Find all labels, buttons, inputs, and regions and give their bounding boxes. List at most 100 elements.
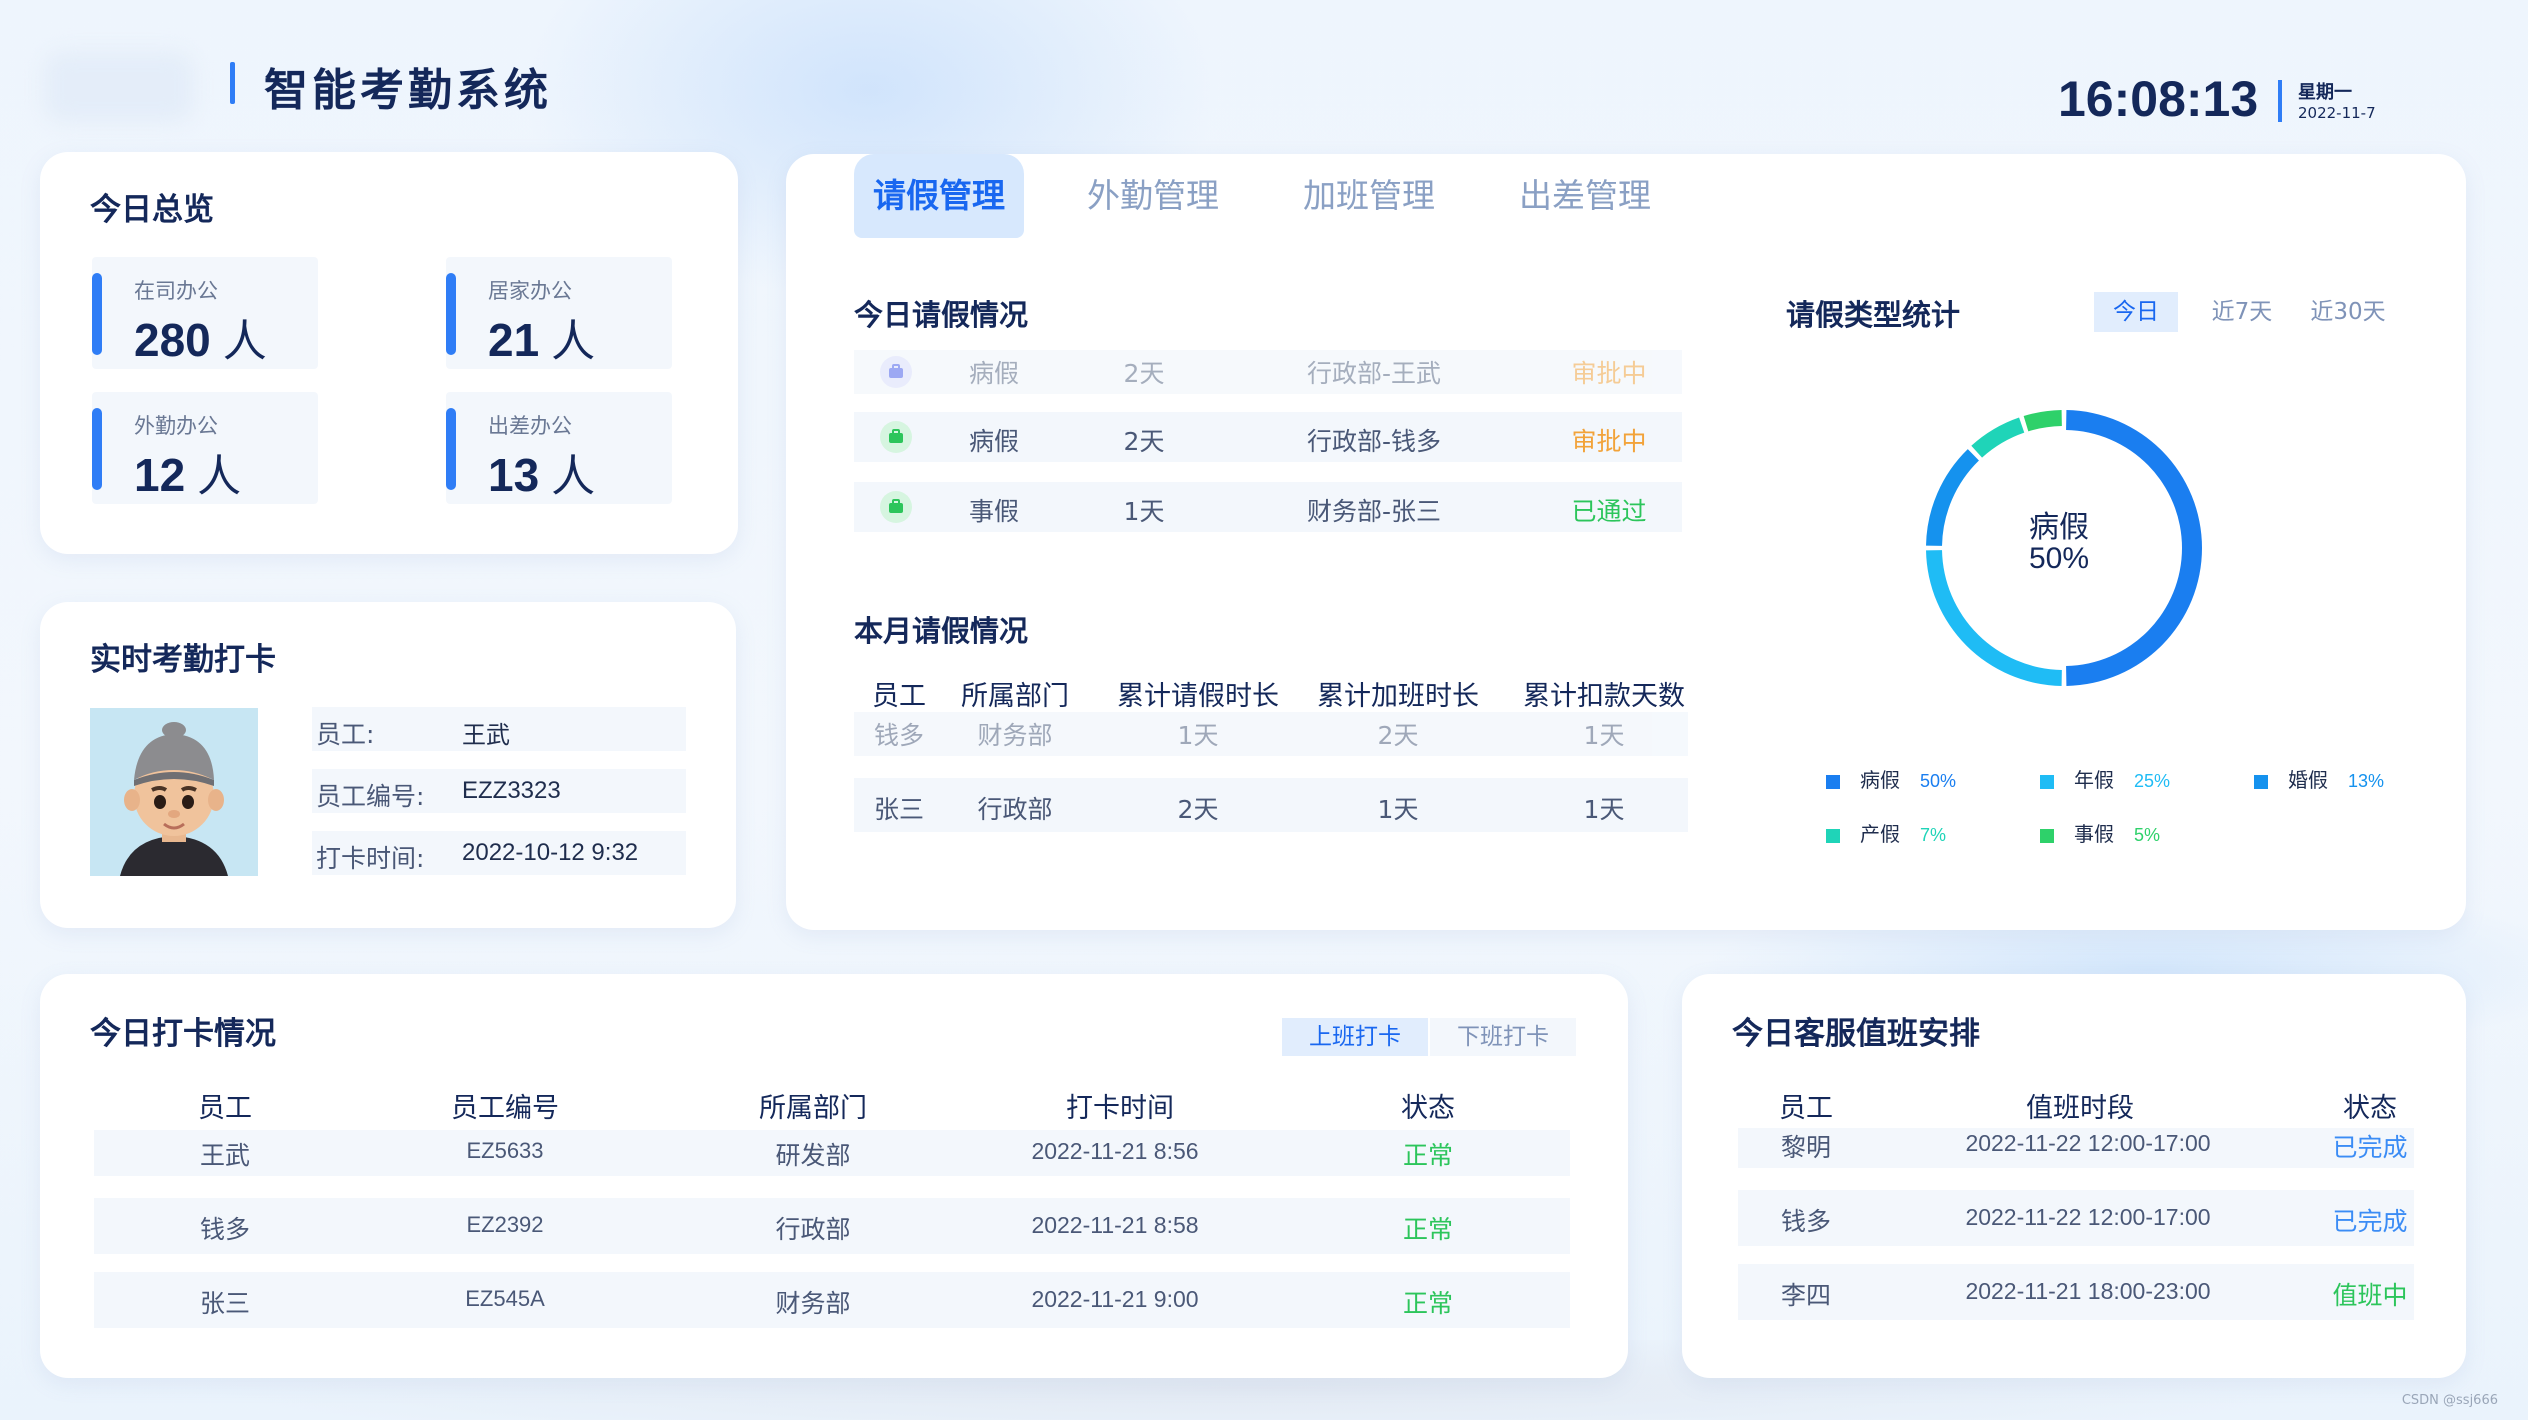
month-cell: 张三 <box>873 795 924 824</box>
legend-swatch <box>2254 774 2268 789</box>
briefcase-icon <box>880 491 912 523</box>
info-key: 员工编号: <box>316 782 425 811</box>
month-leave-title: 本月请假情况 <box>854 614 1029 648</box>
legend-percent: 5% <box>2134 825 2161 845</box>
legend-item: 年假 25% <box>2040 764 2170 793</box>
leave-days: 2天 <box>1123 359 1165 388</box>
stat-onsite: 在司办公 280 人 <box>92 257 318 369</box>
checkin-header-employee: 员工 <box>198 1093 252 1124</box>
legend-percent: 13% <box>2348 771 2385 791</box>
leave-person: 行政部-钱多 <box>1306 427 1442 456</box>
stat-home: 居家办公 21 人 <box>446 257 672 369</box>
tab-field[interactable]: 外勤管理 <box>1068 154 1238 238</box>
duty-cell: 黎明 <box>1780 1133 1831 1162</box>
stat-label: 出差办公 <box>488 414 572 438</box>
stat-label: 外勤办公 <box>134 414 218 438</box>
month-cell: 1天 <box>1377 795 1419 824</box>
info-key: 打卡时间: <box>316 844 425 873</box>
duty-row: 钱多 2022-11-22 12:00-17:00 已完成 <box>1738 1190 2414 1246</box>
app-title: 智能考勤系统 <box>264 65 552 116</box>
realtime-row-time: 打卡时间: 2022-10-12 9:32 <box>312 831 686 875</box>
leave-person: 行政部-王武 <box>1306 359 1442 388</box>
checkin-cell: EZ5633 <box>466 1138 544 1163</box>
stat-value: 21 人 <box>488 314 596 367</box>
tab-leave[interactable]: 请假管理 <box>854 154 1024 238</box>
month-header-leave: 累计请假时长 <box>1117 681 1279 712</box>
legend-item: 产假 7% <box>1826 818 1946 847</box>
checkin-status: 正常 <box>1402 1289 1453 1318</box>
info-value: 2022-10-12 9:32 <box>462 839 639 866</box>
checkin-cell: 财务部 <box>775 1289 851 1318</box>
info-value: 王武 <box>462 722 510 749</box>
leave-type: 病假 <box>968 427 1019 456</box>
leave-days: 1天 <box>1123 497 1165 526</box>
stat-bar <box>92 408 102 490</box>
clock-out-button[interactable]: 下班打卡 <box>1430 1018 1576 1056</box>
month-header-employee: 员工 <box>872 681 926 712</box>
range-today-button[interactable]: 今日 <box>2094 292 2178 332</box>
leave-status: 审批中 <box>1571 359 1647 388</box>
duty-status: 值班中 <box>2332 1281 2408 1310</box>
tab-trip[interactable]: 出差管理 <box>1500 154 1670 238</box>
clock-divider <box>2278 80 2282 122</box>
duty-cell: 2022-11-22 12:00-17:00 <box>1965 1204 2211 1230</box>
current-date: 2022-11-7 <box>2298 104 2376 122</box>
leave-row: 事假 1天 财务部-张三 已通过 <box>854 482 1682 532</box>
stat-bar <box>92 273 102 355</box>
checkin-cell: 张三 <box>199 1289 250 1318</box>
range-7days-button[interactable]: 近7天 <box>2196 292 2288 332</box>
month-cell: 2天 <box>1177 795 1219 824</box>
tab-overtime[interactable]: 加班管理 <box>1284 154 1454 238</box>
legend-percent: 25% <box>2134 771 2171 791</box>
legend-percent: 50% <box>1920 771 1957 791</box>
today-leave-title: 今日请假情况 <box>854 298 1029 332</box>
stat-bar <box>446 408 456 490</box>
legend-swatch <box>1826 828 1840 843</box>
stat-value: 13 人 <box>488 449 596 502</box>
checkin-row: 钱多 EZ2392 行政部 2022-11-21 8:58 正常 <box>94 1198 1570 1254</box>
checkin-header-status: 状态 <box>1401 1093 1455 1124</box>
checkin-row: 王武 EZ5633 研发部 2022-11-21 8:56 正常 <box>94 1130 1570 1176</box>
leave-status: 审批中 <box>1571 427 1647 456</box>
duty-cell: 2022-11-22 12:00-17:00 <box>1965 1130 2211 1156</box>
stat-value: 280 人 <box>134 314 267 367</box>
stat-trip: 出差办公 13 人 <box>446 392 672 504</box>
duty-title: 今日客服值班安排 <box>1732 1016 1980 1052</box>
clock-in-button[interactable]: 上班打卡 <box>1282 1018 1428 1056</box>
stat-label: 居家办公 <box>488 279 572 303</box>
watermark: CSDN @ssj666 <box>2401 1393 2498 1408</box>
checkin-cell: 行政部 <box>775 1215 851 1244</box>
briefcase-icon <box>880 421 912 453</box>
checkin-status: 正常 <box>1402 1215 1453 1244</box>
checkin-status: 正常 <box>1402 1141 1453 1170</box>
realtime-title: 实时考勤打卡 <box>90 642 276 678</box>
donut-center-value: 50% <box>2028 542 2090 575</box>
range-30days-button[interactable]: 近30天 <box>2298 292 2398 332</box>
month-cell: 行政部 <box>977 795 1053 824</box>
leave-days: 2天 <box>1123 427 1165 456</box>
legend-swatch <box>2040 828 2054 843</box>
realtime-row-id: 员工编号: EZZ3323 <box>312 769 686 813</box>
duty-cell: 李四 <box>1780 1281 1831 1310</box>
duty-status: 已完成 <box>2332 1133 2408 1162</box>
legend-item: 事假 5% <box>2040 818 2160 847</box>
duty-header-status: 状态 <box>2343 1093 2397 1124</box>
month-cell: 财务部 <box>977 721 1053 750</box>
stat-field: 外勤办公 12 人 <box>92 392 318 504</box>
checkin-cell: EZ545A <box>465 1286 545 1311</box>
duty-header-period: 值班时段 <box>2026 1093 2134 1124</box>
donut-slice-4 <box>1971 417 2025 458</box>
checkin-header-id: 员工编号 <box>451 1093 559 1124</box>
leave-status: 已通过 <box>1571 497 1647 526</box>
legend-swatch <box>1826 774 1840 789</box>
info-key: 员工: <box>316 720 375 749</box>
checkin-cell: 王武 <box>199 1141 250 1170</box>
leave-type: 事假 <box>968 497 1019 526</box>
stat-label: 在司办公 <box>134 279 218 303</box>
legend-percent: 7% <box>1920 825 1947 845</box>
legend-label: 病假 <box>1860 768 1900 792</box>
title-accent-bar <box>230 62 235 104</box>
leave-row: 病假 2天 行政部-王武 审批中 <box>854 350 1682 394</box>
checkin-header-dept: 所属部门 <box>759 1093 867 1124</box>
legend-label: 事假 <box>2074 822 2114 846</box>
